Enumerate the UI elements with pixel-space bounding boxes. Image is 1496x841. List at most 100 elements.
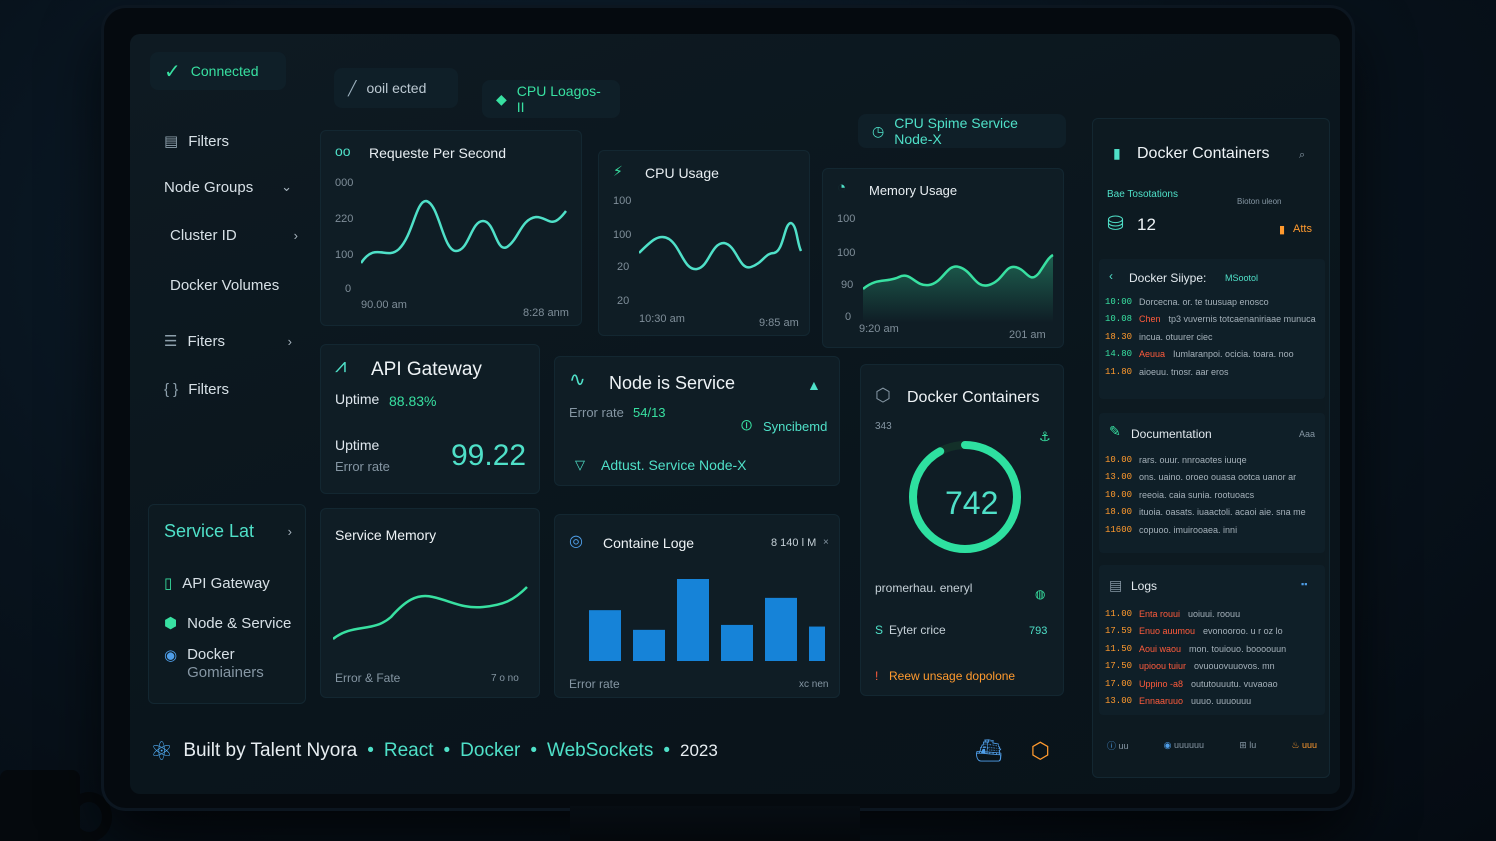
sidebar-item-filters-2[interactable]: { } Filters bbox=[150, 370, 300, 408]
close-icon[interactable]: × bbox=[823, 537, 829, 548]
node-error-value: 54/13 bbox=[633, 405, 666, 420]
fire-icon[interactable]: ♨ uuu bbox=[1291, 740, 1317, 751]
log-tag: Aeuua bbox=[1139, 349, 1166, 360]
rps-line-chart bbox=[361, 199, 567, 264]
wave-icon: ∿ bbox=[569, 369, 586, 391]
rps-chart-card: oo Requeste Per Second 000 220 100 0 90.… bbox=[320, 130, 582, 326]
service-list-title: Service Lat bbox=[164, 520, 255, 541]
gauge-label-1: promerhau. eneryl bbox=[875, 581, 973, 595]
clock-icon: ◷ bbox=[872, 122, 885, 139]
sidebar-item-filters[interactable]: ▤ Filters bbox=[150, 122, 300, 160]
footer-tech-websockets[interactable]: WebSockets bbox=[547, 740, 653, 762]
service-item-api-gateway[interactable]: ▯ API Gateway bbox=[150, 564, 300, 602]
log-message: oututouuutu. vuvaoao bbox=[1191, 678, 1278, 689]
connection-status[interactable]: ✓ Connected bbox=[150, 52, 286, 90]
alerts-label[interactable]: Atts bbox=[1293, 223, 1312, 235]
log-row[interactable]: 18.30 incua. otuurer ciec bbox=[1105, 328, 1319, 346]
uptime-label: Uptime bbox=[335, 391, 380, 407]
log-row[interactable]: 10:00 Dorcecna. or. te tuusuap enosco bbox=[1105, 293, 1319, 311]
rps-xtick: 90.00 am bbox=[361, 299, 407, 311]
log-row[interactable]: 17.00 Uppino -a8 oututouuutu. vuvaoao bbox=[1105, 675, 1319, 693]
sidebar-item-fiters[interactable]: ☰ Fiters › bbox=[150, 322, 300, 360]
service-item-docker[interactable]: ◉ Docker Gomiainers bbox=[150, 646, 300, 690]
log-message: copuoo. imuirooaea. inni bbox=[1139, 524, 1238, 535]
log-row[interactable]: 17.50 upioou tuiur ovuouovuuovos. mn bbox=[1105, 658, 1319, 676]
container-logs-bar bbox=[589, 610, 621, 661]
footer-tech-docker[interactable]: Docker bbox=[460, 740, 520, 762]
docker-whale-icon[interactable]: ⛴ bbox=[975, 738, 1003, 764]
service-pill[interactable]: ◷ CPU Spime Service Node-X bbox=[858, 114, 1066, 148]
badge-icon[interactable]: ⬡ bbox=[1031, 738, 1050, 764]
dashboard-screen: ✓ Connected ╱ ooil ected ◆ CPU Loagos-II… bbox=[130, 34, 1340, 794]
logs-list: 11.00 Enta rouui uoiuui. roouu 17.59 Enuo au… bbox=[1105, 605, 1319, 710]
docker-icon: ⬡ bbox=[875, 385, 891, 405]
log-row[interactable]: 11600 copuoo. imuirooaea. inni bbox=[1105, 521, 1319, 539]
sync-label[interactable]: Syncibemd bbox=[763, 419, 827, 434]
log-row[interactable]: 10.08 Chen tp3 vuvernis totcaenaniriaae mu… bbox=[1105, 311, 1319, 329]
node-icon: ⬢ bbox=[164, 615, 178, 632]
search-icon[interactable]: ⌕ bbox=[1299, 149, 1305, 162]
log-row[interactable]: 13.00 Ennaaruuo uuuo. uuuouuu bbox=[1105, 693, 1319, 711]
service-memory-footer-right: 7 o no bbox=[491, 673, 519, 684]
sidebar-item-cluster-id[interactable]: Cluster ID › bbox=[156, 216, 306, 254]
log-row[interactable]: 11.00 Enta rouui uoiuui. roouu bbox=[1105, 605, 1319, 623]
sidebar-item-docker-volumes[interactable]: Docker Volumes bbox=[156, 266, 306, 304]
container-logs-bar bbox=[677, 579, 709, 661]
gauge-label-3[interactable]: Reew unsage dopolone bbox=[889, 669, 1015, 683]
footer-tech-react[interactable]: React bbox=[384, 740, 434, 762]
alert-icon: ◍ bbox=[1035, 587, 1046, 601]
log-tag: Uppino -a8 bbox=[1139, 678, 1184, 689]
cpu-pill[interactable]: ◆ CPU Loagos-II bbox=[482, 80, 620, 118]
gauge-label-2: Eyter crice bbox=[889, 623, 946, 637]
chevron-left-icon[interactable]: ‹ bbox=[1109, 269, 1113, 283]
footer-built-by: Built by Talent Nyora bbox=[183, 740, 358, 761]
uptime-label-2: Uptime bbox=[335, 437, 380, 453]
log-message: Iumlaranpoi. ocicia. toara. noo bbox=[1173, 349, 1294, 360]
log-row[interactable]: 11.50 Aoui waou mon. touiouo. boooouun bbox=[1105, 640, 1319, 658]
gauge-icon: ◔ bbox=[837, 179, 847, 196]
log-row[interactable]: 10.00 rars. ouur. nnroaotes iuuqe bbox=[1105, 451, 1319, 469]
sidebar-item-label: Filters bbox=[188, 380, 230, 398]
uptime-value: 88.83% bbox=[389, 393, 437, 409]
log-row[interactable]: 17.59 Enuo auumou evonooroo. u r oz lo bbox=[1105, 623, 1319, 641]
mem-xtick: 9:20 am bbox=[859, 323, 899, 335]
log-time: 11.00 bbox=[1105, 608, 1133, 619]
container-icon: ▮ bbox=[1113, 145, 1121, 161]
log-row[interactable]: 10.00 reeoia. caia sunia. rootuoacs bbox=[1105, 486, 1319, 504]
menu-icon[interactable]: ▪▪ bbox=[1301, 579, 1307, 589]
info-icon[interactable]: ⓘ uu bbox=[1107, 739, 1129, 752]
sidebar-item-node-groups[interactable]: Node Groups ⌄ bbox=[150, 168, 300, 206]
adjust-service-link[interactable]: Adtust. Service Node-X bbox=[601, 457, 747, 473]
service-pill-label: CPU Spime Service Node-X bbox=[894, 115, 1018, 147]
server-stack-icon: ⛁ bbox=[1107, 213, 1124, 235]
connection-pill[interactable]: ╱ ooil ected bbox=[334, 68, 458, 108]
log-message: rars. ouur. nnroaotes iuuqe bbox=[1139, 454, 1247, 465]
mem-ytick: 100 bbox=[837, 213, 856, 225]
node-service-title: Node is Service bbox=[609, 373, 736, 393]
log-message: uoiuui. roouu bbox=[1188, 608, 1241, 619]
signal-icon: ╱ bbox=[348, 79, 357, 96]
monitor-stand bbox=[570, 806, 860, 841]
circle-icon[interactable]: ◉ uuuuuu bbox=[1164, 740, 1204, 751]
log-message: ovuouovuuovos. mn bbox=[1194, 661, 1275, 672]
right-panel-title: Docker Containers bbox=[1137, 145, 1270, 162]
service-list-header[interactable]: Service Lat › bbox=[150, 512, 300, 550]
hook-icon: ⚓ bbox=[1039, 429, 1051, 444]
log-row[interactable]: 18.00 ituoia. oasats. iuaactoli. acaoi ai… bbox=[1105, 504, 1319, 522]
mem-ytick: 90 bbox=[841, 279, 854, 291]
service-memory-footer-left: Error & Fate bbox=[335, 671, 401, 685]
docker-gauge-card: ⬡ Docker Containers 343 ⚓ 742 promerhau.… bbox=[860, 364, 1064, 696]
log-row[interactable]: 14.80 Aeuua Iumlaranpoi. ocicia. toara. no… bbox=[1105, 346, 1319, 364]
log-message: evonooroo. u r oz lo bbox=[1203, 626, 1283, 637]
sidebar-item-label: Fiters bbox=[187, 332, 225, 350]
service-item-node-service[interactable]: ⬢ Node & Service bbox=[150, 604, 300, 642]
dollar-icon: S bbox=[875, 623, 884, 637]
log-time: 13.00 bbox=[1105, 696, 1133, 707]
log-row[interactable]: 11.80 aioeuu. tnosr. aar eros bbox=[1105, 363, 1319, 381]
grid-icon[interactable]: ⊞ lu bbox=[1239, 740, 1256, 751]
adjust-icon: ▽ bbox=[575, 457, 585, 472]
log-row[interactable]: 13.00 ons. uaino. oroeo ouasa ootca uanor… bbox=[1105, 469, 1319, 487]
log-time: 18.30 bbox=[1105, 331, 1133, 342]
chevron-right-icon: › bbox=[293, 227, 298, 243]
log-time: 17.50 bbox=[1105, 661, 1133, 672]
